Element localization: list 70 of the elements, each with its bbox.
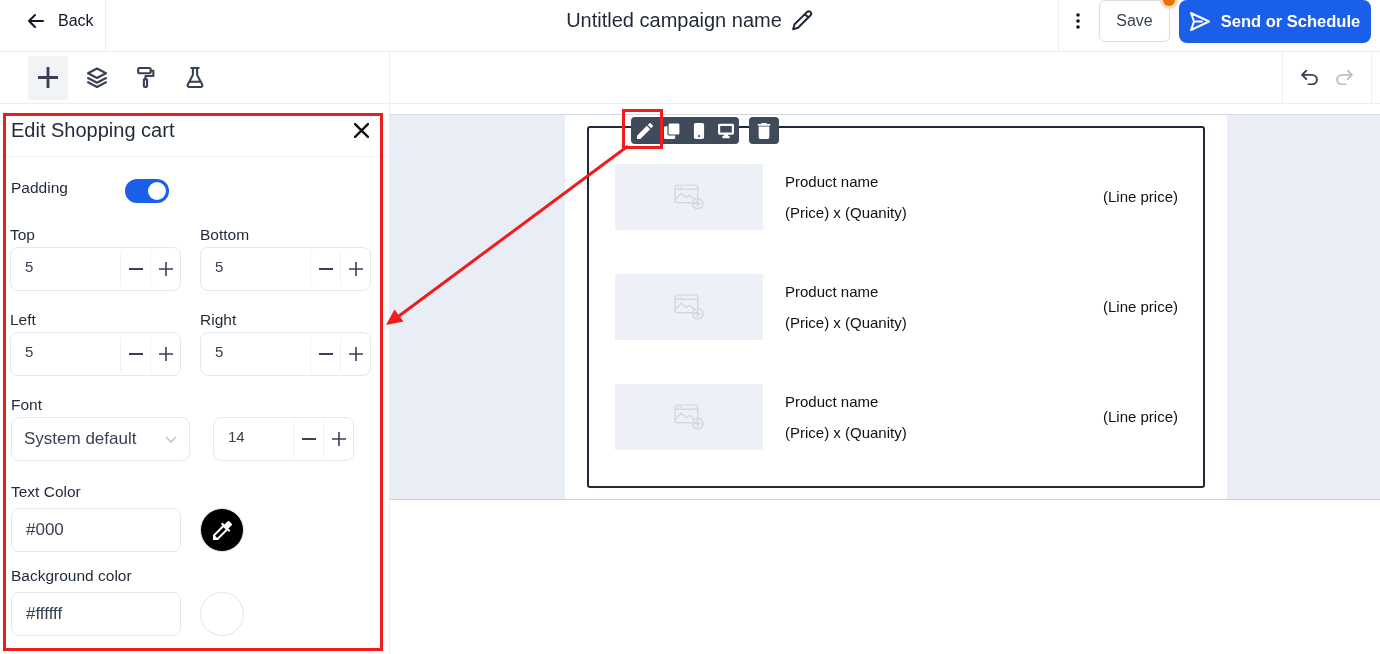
price-quantity: (Price) x (Quanity) [785, 313, 907, 332]
undo-button[interactable] [1301, 70, 1318, 85]
layers-icon [87, 67, 107, 88]
image-add-icon [674, 404, 704, 430]
field-label: Background color [11, 567, 132, 585]
line-price: (Line price) [1102, 298, 1178, 316]
minus-icon [318, 353, 333, 355]
field-label: Top [10, 226, 35, 244]
font-select[interactable]: System default [11, 417, 190, 461]
number-field[interactable]: 5 [10, 332, 181, 376]
color-swatch[interactable] [200, 508, 244, 552]
color-swatch[interactable] [200, 592, 244, 636]
flask-icon [185, 67, 205, 88]
undo-icon [1301, 70, 1318, 85]
arrow-left-icon [28, 12, 44, 29]
color-field[interactable]: #ffffff [11, 592, 181, 636]
image-add-icon [674, 294, 704, 320]
pencil-icon [636, 122, 653, 139]
padding-toggle[interactable] [125, 179, 169, 203]
minus-icon [301, 438, 316, 440]
field-label: Bottom [200, 226, 250, 244]
highlight-frame [622, 109, 663, 149]
price-quantity: (Price) x (Quanity) [785, 423, 907, 442]
panel-title: Edit Shopping cart [11, 118, 175, 142]
campaign-title: Untitled campaign name [566, 9, 782, 32]
number-field[interactable]: 5 [200, 247, 371, 291]
minus-icon [318, 268, 333, 270]
shopping-cart-block[interactable]: Product name (Price) x (Quanity) (Line price) Product name (Price) x (Quanity) (Line price) Product name (Price) x (Quanity) (Line price) [587, 126, 1205, 488]
line-price: (Line price) [1102, 408, 1178, 426]
image-add-icon [674, 184, 704, 210]
plus-icon [158, 262, 173, 276]
monitor-icon [717, 122, 734, 139]
product-name: Product name [785, 392, 880, 411]
rename-button[interactable] [791, 9, 814, 32]
line-price: (Line price) [1102, 188, 1178, 206]
redo-icon [1336, 70, 1353, 85]
plus-icon [331, 432, 346, 446]
price-quantity: (Price) x (Quanity) [785, 203, 907, 222]
minus-icon [128, 268, 143, 270]
minus-icon [128, 353, 143, 355]
field-label: Right [200, 311, 237, 329]
save-button[interactable]: Save [1099, 0, 1170, 42]
copy-icon [663, 122, 680, 139]
trash-icon [756, 122, 772, 139]
field-label: Font [11, 396, 42, 414]
paint-roller-icon [136, 67, 156, 88]
send-or-schedule-button[interactable]: Send or Schedule [1179, 0, 1371, 43]
send-icon [1189, 12, 1210, 31]
more-options-button[interactable] [1075, 12, 1081, 29]
product-name: Product name [785, 172, 880, 191]
back-button[interactable]: Back [28, 11, 94, 30]
close-button[interactable] [354, 122, 369, 138]
number-field[interactable]: 14 [213, 417, 354, 461]
number-field[interactable]: 5 [200, 332, 371, 376]
color-field[interactable]: #000 [11, 508, 181, 552]
close-icon [354, 122, 369, 138]
chevron-down-icon [165, 435, 177, 443]
add-button[interactable] [28, 55, 68, 100]
plus-icon [158, 347, 173, 361]
plus-icon [348, 347, 363, 361]
plus-icon [348, 262, 363, 276]
product-name: Product name [785, 282, 880, 301]
delete-button[interactable] [749, 117, 779, 144]
kebab-menu-icon [1076, 12, 1080, 29]
pencil-icon [791, 9, 814, 32]
field-label: Padding [11, 179, 69, 197]
number-field[interactable]: 5 [10, 247, 181, 291]
plus-icon [38, 67, 58, 88]
field-label: Left [10, 311, 36, 329]
field-label: Text Color [11, 483, 81, 501]
